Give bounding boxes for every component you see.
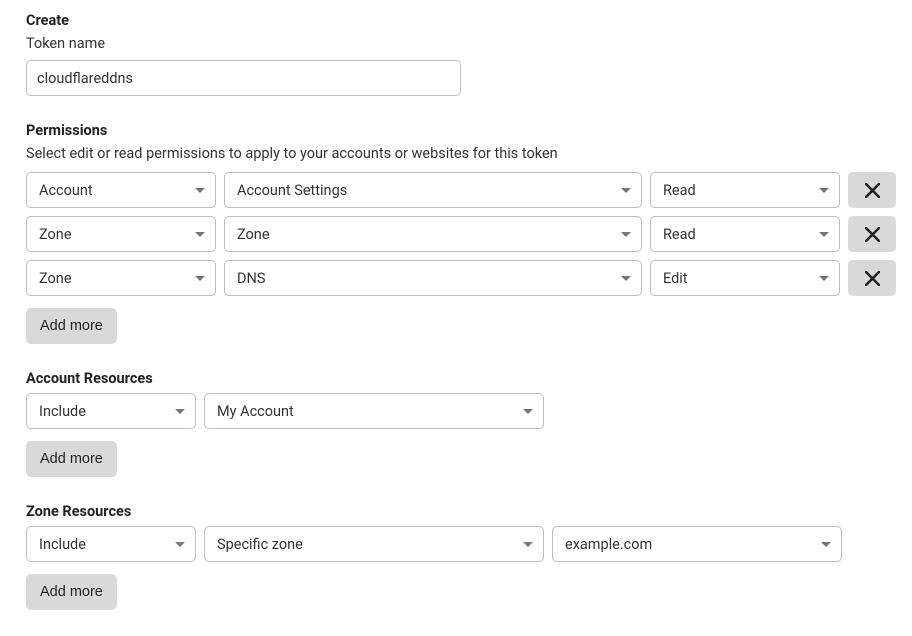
- permission-scope-select[interactable]: Zone: [26, 260, 216, 296]
- create-heading: Create: [26, 12, 886, 29]
- chevron-down-icon: [621, 276, 631, 281]
- account-mode-select[interactable]: Include: [26, 393, 196, 429]
- select-value: Edit: [663, 270, 688, 287]
- button-label: Add more: [40, 318, 103, 334]
- account-select[interactable]: My Account: [204, 393, 544, 429]
- zone-name-select[interactable]: example.com: [552, 526, 842, 562]
- chevron-down-icon: [819, 232, 829, 237]
- chevron-down-icon: [819, 276, 829, 281]
- select-value: example.com: [565, 536, 652, 553]
- select-value: Account: [39, 182, 93, 199]
- permissions-heading: Permissions: [26, 122, 886, 139]
- select-value: My Account: [217, 403, 294, 420]
- permission-level-select[interactable]: Read: [650, 172, 840, 208]
- chevron-down-icon: [621, 188, 631, 193]
- permission-resource-select[interactable]: Zone: [224, 216, 642, 252]
- account-resource-row: Include My Account: [26, 393, 886, 429]
- permission-scope-select[interactable]: Account: [26, 172, 216, 208]
- token-name-value: cloudflareddns: [37, 70, 133, 87]
- chevron-down-icon: [523, 409, 533, 414]
- select-value: Zone: [39, 226, 72, 243]
- chevron-down-icon: [819, 188, 829, 193]
- zone-resource-row: Include Specific zone example.com: [26, 526, 886, 562]
- token-name-input[interactable]: cloudflareddns: [26, 60, 461, 96]
- account-resources-heading: Account Resources: [26, 370, 886, 387]
- permission-row: Zone DNS Edit: [26, 260, 886, 296]
- permission-scope-select[interactable]: Zone: [26, 216, 216, 252]
- select-value: Zone: [39, 270, 72, 287]
- remove-permission-button[interactable]: [848, 172, 896, 208]
- chevron-down-icon: [195, 232, 205, 237]
- add-permission-button[interactable]: Add more: [26, 308, 117, 344]
- permission-row: Zone Zone Read: [26, 216, 886, 252]
- chevron-down-icon: [821, 542, 831, 547]
- permission-level-select[interactable]: Read: [650, 216, 840, 252]
- zone-scope-select[interactable]: Specific zone: [204, 526, 544, 562]
- add-account-resource-button[interactable]: Add more: [26, 441, 117, 477]
- remove-permission-button[interactable]: [848, 260, 896, 296]
- token-name-label: Token name: [26, 35, 886, 52]
- select-value: Read: [663, 182, 696, 199]
- chevron-down-icon: [523, 542, 533, 547]
- chevron-down-icon: [175, 542, 185, 547]
- select-value: Specific zone: [217, 536, 303, 553]
- permission-resource-select[interactable]: DNS: [224, 260, 642, 296]
- chevron-down-icon: [195, 188, 205, 193]
- remove-permission-button[interactable]: [848, 216, 896, 252]
- permission-resource-select[interactable]: Account Settings: [224, 172, 642, 208]
- select-value: DNS: [237, 270, 265, 287]
- zone-resources-heading: Zone Resources: [26, 503, 886, 520]
- close-icon: [865, 227, 880, 242]
- permission-level-select[interactable]: Edit: [650, 260, 840, 296]
- chevron-down-icon: [175, 409, 185, 414]
- add-zone-resource-button[interactable]: Add more: [26, 574, 117, 610]
- close-icon: [865, 271, 880, 286]
- button-label: Add more: [40, 451, 103, 467]
- zone-mode-select[interactable]: Include: [26, 526, 196, 562]
- select-value: Include: [39, 403, 86, 420]
- close-icon: [865, 183, 880, 198]
- select-value: Account Settings: [237, 182, 347, 199]
- select-value: Zone: [237, 226, 270, 243]
- chevron-down-icon: [195, 276, 205, 281]
- permissions-description: Select edit or read permissions to apply…: [26, 145, 886, 162]
- button-label: Add more: [40, 584, 103, 600]
- permission-row: Account Account Settings Read: [26, 172, 886, 208]
- select-value: Read: [663, 226, 696, 243]
- chevron-down-icon: [621, 232, 631, 237]
- select-value: Include: [39, 536, 86, 553]
